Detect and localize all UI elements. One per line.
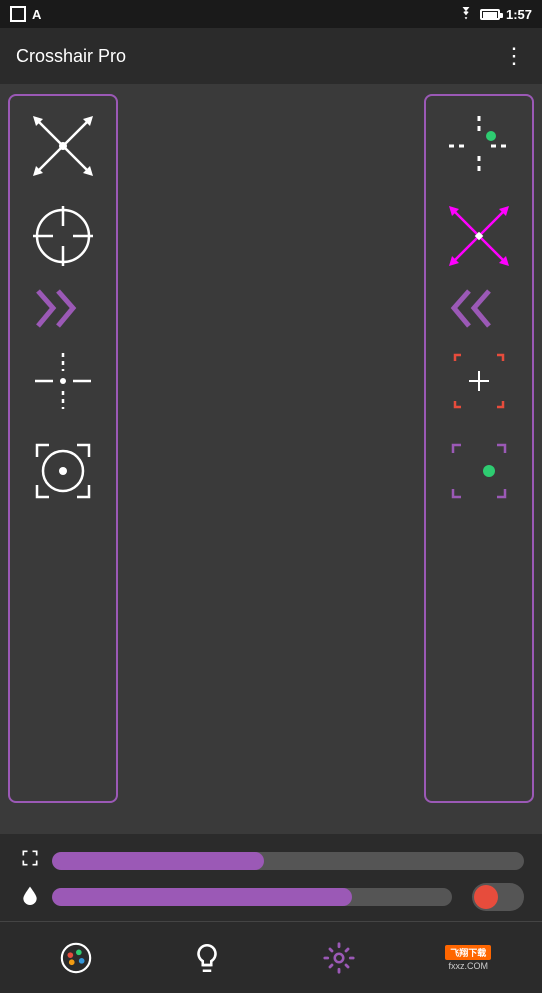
dot-crosshair[interactable] [23, 341, 103, 421]
opacity-slider-row [18, 883, 524, 911]
palette-nav-item[interactable] [51, 933, 101, 983]
bottom-nav: 飞翔下载 fxxz.COM [0, 921, 542, 993]
opacity-slider-fill [52, 888, 352, 906]
toggle-switch[interactable] [472, 883, 524, 911]
status-left: A [10, 6, 41, 22]
status-right: 1:57 [458, 7, 532, 22]
status-time: 1:57 [506, 7, 532, 22]
size-slider-row [18, 848, 524, 873]
toggle-knob [474, 885, 498, 909]
purple-bracket-crosshair[interactable] [439, 431, 519, 511]
watermark-brand: 飞翔下载 [445, 945, 491, 960]
watermark-domain: fxxz.COM [448, 961, 488, 971]
size-slider-fill [52, 852, 264, 870]
watermark: 飞翔下载 fxxz.COM [445, 945, 491, 971]
target-crosshair[interactable] [23, 431, 103, 511]
status-bar: A 1:57 [0, 0, 542, 28]
bulb-nav-item[interactable] [182, 933, 232, 983]
battery-icon [480, 9, 500, 20]
size-slider[interactable] [52, 852, 524, 870]
settings-nav-item[interactable] [314, 933, 364, 983]
opacity-slider[interactable] [52, 888, 452, 906]
dot-top-crosshair[interactable] [439, 106, 519, 186]
circle-crosshair[interactable] [23, 196, 103, 276]
toggle-container[interactable] [472, 883, 524, 911]
droplet-icon [18, 885, 42, 910]
left-panel [8, 94, 118, 803]
app-bar: Crosshair Pro ⋮ [0, 28, 542, 84]
wifi-icon [458, 7, 474, 21]
main-content [0, 84, 542, 813]
magenta-x-crosshair[interactable] [439, 196, 519, 276]
expand-icon [18, 848, 42, 873]
status-square-icon [10, 6, 26, 22]
status-a-label: A [32, 7, 41, 22]
right-panel [424, 94, 534, 803]
red-bracket-crosshair[interactable] [439, 341, 519, 421]
more-options-button[interactable]: ⋮ [503, 43, 526, 69]
app-title: Crosshair Pro [16, 46, 126, 67]
x-crosshair[interactable] [23, 106, 103, 186]
watermark-com: COM [467, 961, 488, 971]
chevron-right-icon[interactable] [33, 286, 93, 331]
center-area [118, 94, 424, 803]
chevron-left-icon[interactable] [449, 286, 509, 331]
bottom-controls [0, 834, 542, 921]
